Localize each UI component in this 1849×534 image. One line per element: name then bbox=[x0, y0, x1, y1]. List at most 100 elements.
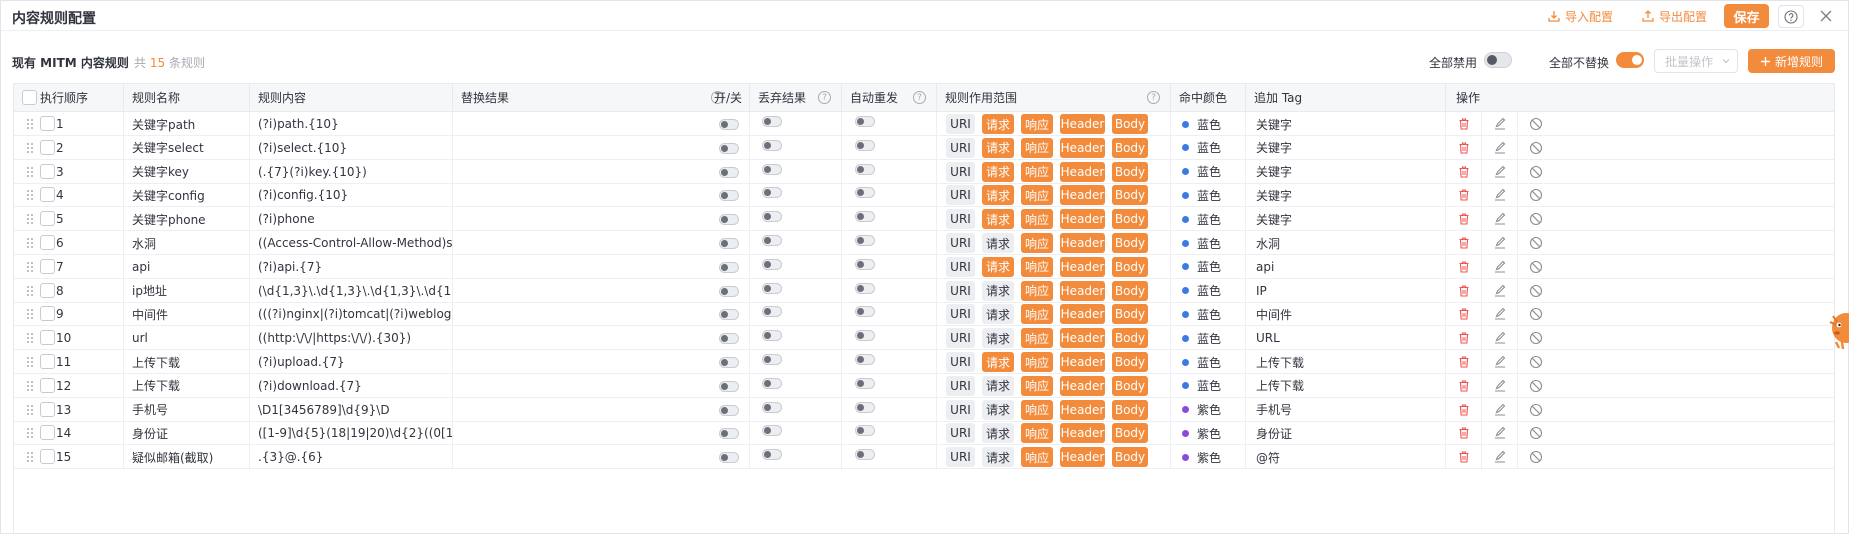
scope-tag-response[interactable]: 响应 bbox=[1021, 304, 1053, 325]
table-row[interactable]: 11 上传下载 (?i)upload.{7} URI 请求 响应 Header Body… bbox=[14, 350, 1834, 374]
ban-icon[interactable] bbox=[1529, 117, 1543, 131]
ban-icon[interactable] bbox=[1529, 212, 1543, 226]
scope-tag-response[interactable]: 响应 bbox=[1021, 161, 1053, 182]
scope-tag-uri[interactable]: URI bbox=[946, 137, 975, 158]
enable-toggle[interactable] bbox=[719, 261, 739, 273]
scope-tag-uri[interactable]: URI bbox=[946, 161, 975, 182]
discard-toggle[interactable] bbox=[762, 211, 782, 223]
scope-tag-body[interactable]: Body bbox=[1112, 280, 1148, 301]
trash-icon[interactable] bbox=[1457, 117, 1471, 131]
scope-tag-header[interactable]: Header bbox=[1060, 137, 1105, 158]
replace-result[interactable] bbox=[453, 207, 750, 232]
drag-handle-icon[interactable] bbox=[27, 404, 33, 415]
scope-tag-body[interactable]: Body bbox=[1112, 447, 1148, 468]
table-row[interactable]: 9 中间件 (((?i)nginx|(?i)tomcat|(?i)weblogi… bbox=[14, 302, 1834, 327]
trash-icon[interactable] bbox=[1457, 284, 1471, 298]
scope-tag-uri[interactable]: URI bbox=[946, 328, 975, 349]
edit-icon[interactable] bbox=[1493, 260, 1507, 274]
row-checkbox[interactable] bbox=[40, 116, 55, 131]
scope-tag-uri[interactable]: URI bbox=[946, 280, 975, 301]
row-checkbox[interactable] bbox=[40, 187, 55, 203]
ban-icon[interactable] bbox=[1529, 307, 1543, 321]
ban-icon[interactable] bbox=[1529, 165, 1543, 179]
auto-resend-toggle[interactable] bbox=[855, 330, 875, 342]
enable-toggle[interactable] bbox=[719, 404, 739, 416]
drag-handle-icon[interactable] bbox=[27, 119, 33, 129]
scope-tag-body[interactable]: Body bbox=[1112, 209, 1148, 230]
row-checkbox[interactable] bbox=[40, 377, 55, 393]
trash-icon[interactable] bbox=[1457, 307, 1471, 321]
drag-handle-icon[interactable] bbox=[27, 452, 33, 463]
scope-tag-body[interactable]: Body bbox=[1112, 233, 1148, 253]
auto-resend-toggle[interactable] bbox=[855, 425, 875, 437]
discard-toggle[interactable] bbox=[762, 282, 782, 294]
replace-result[interactable] bbox=[453, 421, 750, 446]
replace-result[interactable] bbox=[453, 135, 750, 160]
replace-result[interactable] bbox=[453, 183, 750, 208]
discard-toggle[interactable] bbox=[762, 401, 782, 413]
trash-icon[interactable] bbox=[1457, 165, 1471, 179]
scope-tag-response[interactable]: 响应 bbox=[1021, 137, 1053, 158]
auto-resend-toggle[interactable] bbox=[855, 306, 875, 318]
trash-icon[interactable] bbox=[1457, 212, 1471, 226]
enable-toggle[interactable] bbox=[719, 428, 739, 440]
scope-tag-uri[interactable]: URI bbox=[946, 375, 975, 396]
drag-handle-icon[interactable] bbox=[27, 261, 33, 272]
ban-icon[interactable] bbox=[1529, 141, 1543, 155]
scope-tag-header[interactable]: Header bbox=[1060, 161, 1105, 182]
no-replace-toggle[interactable] bbox=[1616, 52, 1644, 68]
scope-tag-response[interactable]: 响应 bbox=[1021, 399, 1053, 420]
trash-icon[interactable] bbox=[1457, 188, 1471, 202]
row-checkbox[interactable] bbox=[40, 425, 55, 441]
scope-tag-body[interactable]: Body bbox=[1112, 161, 1148, 182]
table-row[interactable]: 1 关键字path (?i)path.{10} URI 请求 响应 Header Bod… bbox=[14, 112, 1834, 136]
scope-tag-header[interactable]: Header bbox=[1060, 328, 1105, 349]
discard-toggle[interactable] bbox=[762, 258, 782, 270]
scope-tag-uri[interactable]: URI bbox=[946, 233, 975, 253]
scope-tag-request[interactable]: 请求 bbox=[982, 137, 1014, 158]
row-checkbox[interactable] bbox=[40, 211, 55, 227]
scope-tag-response[interactable]: 响应 bbox=[1021, 328, 1053, 349]
scope-tag-response[interactable]: 响应 bbox=[1021, 114, 1053, 134]
drag-handle-icon[interactable] bbox=[27, 166, 33, 177]
edit-icon[interactable] bbox=[1493, 355, 1507, 369]
table-row[interactable]: 10 url ((http:\/\/|https:\/\/).{30}) URI… bbox=[14, 326, 1834, 351]
table-row[interactable]: 4 关键字config (?i)config.{10} URI 请求 响应 Heade… bbox=[14, 183, 1834, 208]
edit-icon[interactable] bbox=[1493, 236, 1507, 250]
edit-icon[interactable] bbox=[1493, 141, 1507, 155]
replace-result[interactable] bbox=[453, 350, 750, 374]
trash-icon[interactable] bbox=[1457, 355, 1471, 369]
drag-handle-icon[interactable] bbox=[27, 428, 33, 439]
scope-tag-body[interactable]: Body bbox=[1112, 114, 1148, 134]
discard-toggle[interactable] bbox=[762, 306, 782, 318]
replace-result[interactable] bbox=[453, 326, 750, 351]
ban-icon[interactable] bbox=[1529, 450, 1543, 464]
auto-resend-toggle[interactable] bbox=[855, 377, 875, 389]
drag-handle-icon[interactable] bbox=[27, 333, 33, 344]
table-row[interactable]: 7 api (?i)api.{7} URI 请求 响应 Header Body 蓝色 a… bbox=[14, 254, 1834, 279]
drag-handle-icon[interactable] bbox=[27, 190, 33, 201]
row-checkbox[interactable] bbox=[40, 449, 55, 465]
auto-resend-toggle[interactable] bbox=[855, 235, 875, 246]
scope-tag-header[interactable]: Header bbox=[1060, 114, 1105, 134]
scope-tag-header[interactable]: Header bbox=[1060, 423, 1105, 444]
scope-tag-uri[interactable]: URI bbox=[946, 209, 975, 230]
enable-toggle[interactable] bbox=[719, 190, 739, 202]
scope-tag-request[interactable]: 请求 bbox=[982, 352, 1014, 372]
enable-toggle[interactable] bbox=[719, 214, 739, 226]
ban-icon[interactable] bbox=[1529, 331, 1543, 345]
replace-result[interactable] bbox=[453, 397, 750, 422]
scope-tag-response[interactable]: 响应 bbox=[1021, 185, 1053, 206]
scope-tag-body[interactable]: Body bbox=[1112, 304, 1148, 325]
table-row[interactable]: 5 关键字phone (?i)phone URI 请求 响应 Header Body 蓝… bbox=[14, 207, 1834, 232]
scope-tag-request[interactable]: 请求 bbox=[982, 114, 1014, 134]
enable-toggle[interactable] bbox=[719, 119, 739, 130]
table-row[interactable]: 14 身份证 ([1-9]\d{5}(18|19|20)\d{2}((0[1-9… bbox=[14, 421, 1834, 446]
help-icon[interactable]: ? bbox=[913, 91, 926, 104]
scope-tag-request[interactable]: 请求 bbox=[982, 161, 1014, 182]
row-checkbox[interactable] bbox=[40, 401, 55, 417]
row-checkbox[interactable] bbox=[40, 139, 55, 155]
scope-tag-body[interactable]: Body bbox=[1112, 256, 1148, 277]
trash-icon[interactable] bbox=[1457, 141, 1471, 155]
drag-handle-icon[interactable] bbox=[27, 285, 33, 296]
